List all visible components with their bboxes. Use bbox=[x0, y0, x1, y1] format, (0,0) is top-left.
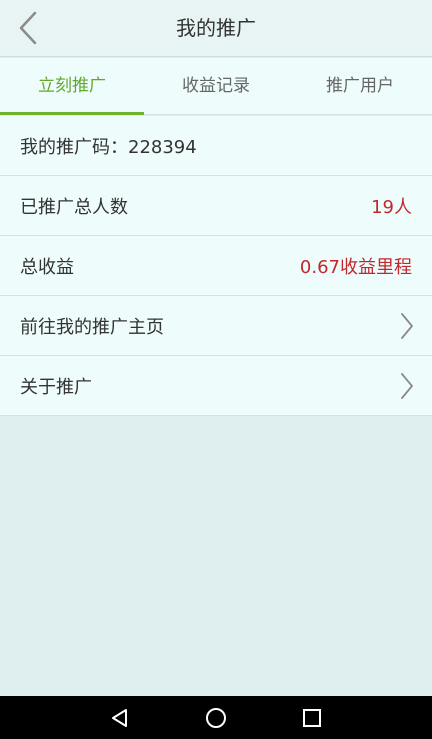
promo-code-label: 我的推广码：228394 bbox=[20, 136, 197, 158]
nav-back-icon[interactable] bbox=[104, 702, 136, 734]
chevron-right-icon bbox=[401, 372, 413, 399]
home-page-row[interactable]: 前往我的推广主页 bbox=[0, 296, 432, 356]
promotion-list: 我的推广码：228394 已推广总人数 19人 总收益 0.67收益里程 前往我… bbox=[0, 116, 432, 416]
total-earnings-row: 总收益 0.67收益里程 bbox=[0, 236, 432, 296]
promo-code-row: 我的推广码：228394 bbox=[0, 116, 432, 176]
app-header: 我的推广 bbox=[0, 0, 432, 57]
total-people-label: 已推广总人数 bbox=[20, 196, 128, 218]
tab-earnings-record[interactable]: 收益记录 bbox=[144, 58, 288, 114]
total-people-row: 已推广总人数 19人 bbox=[0, 176, 432, 236]
total-earnings-value: 0.67收益里程 bbox=[299, 256, 412, 278]
tab-bar: 立刻推广 收益记录 推广用户 bbox=[0, 58, 432, 115]
system-nav-bar bbox=[0, 696, 432, 739]
page-title: 我的推广 bbox=[176, 16, 256, 40]
tab-promoted-users[interactable]: 推广用户 bbox=[288, 58, 432, 114]
home-page-label: 前往我的推广主页 bbox=[20, 316, 164, 338]
about-label: 关于推广 bbox=[20, 376, 92, 398]
total-people-value: 19人 bbox=[371, 196, 412, 218]
nav-home-icon[interactable] bbox=[200, 702, 232, 734]
tab-promote-now[interactable]: 立刻推广 bbox=[0, 58, 144, 115]
about-row[interactable]: 关于推广 bbox=[0, 356, 432, 416]
total-earnings-label: 总收益 bbox=[20, 256, 74, 278]
nav-recents-icon[interactable] bbox=[296, 702, 328, 734]
chevron-right-icon bbox=[401, 312, 413, 339]
